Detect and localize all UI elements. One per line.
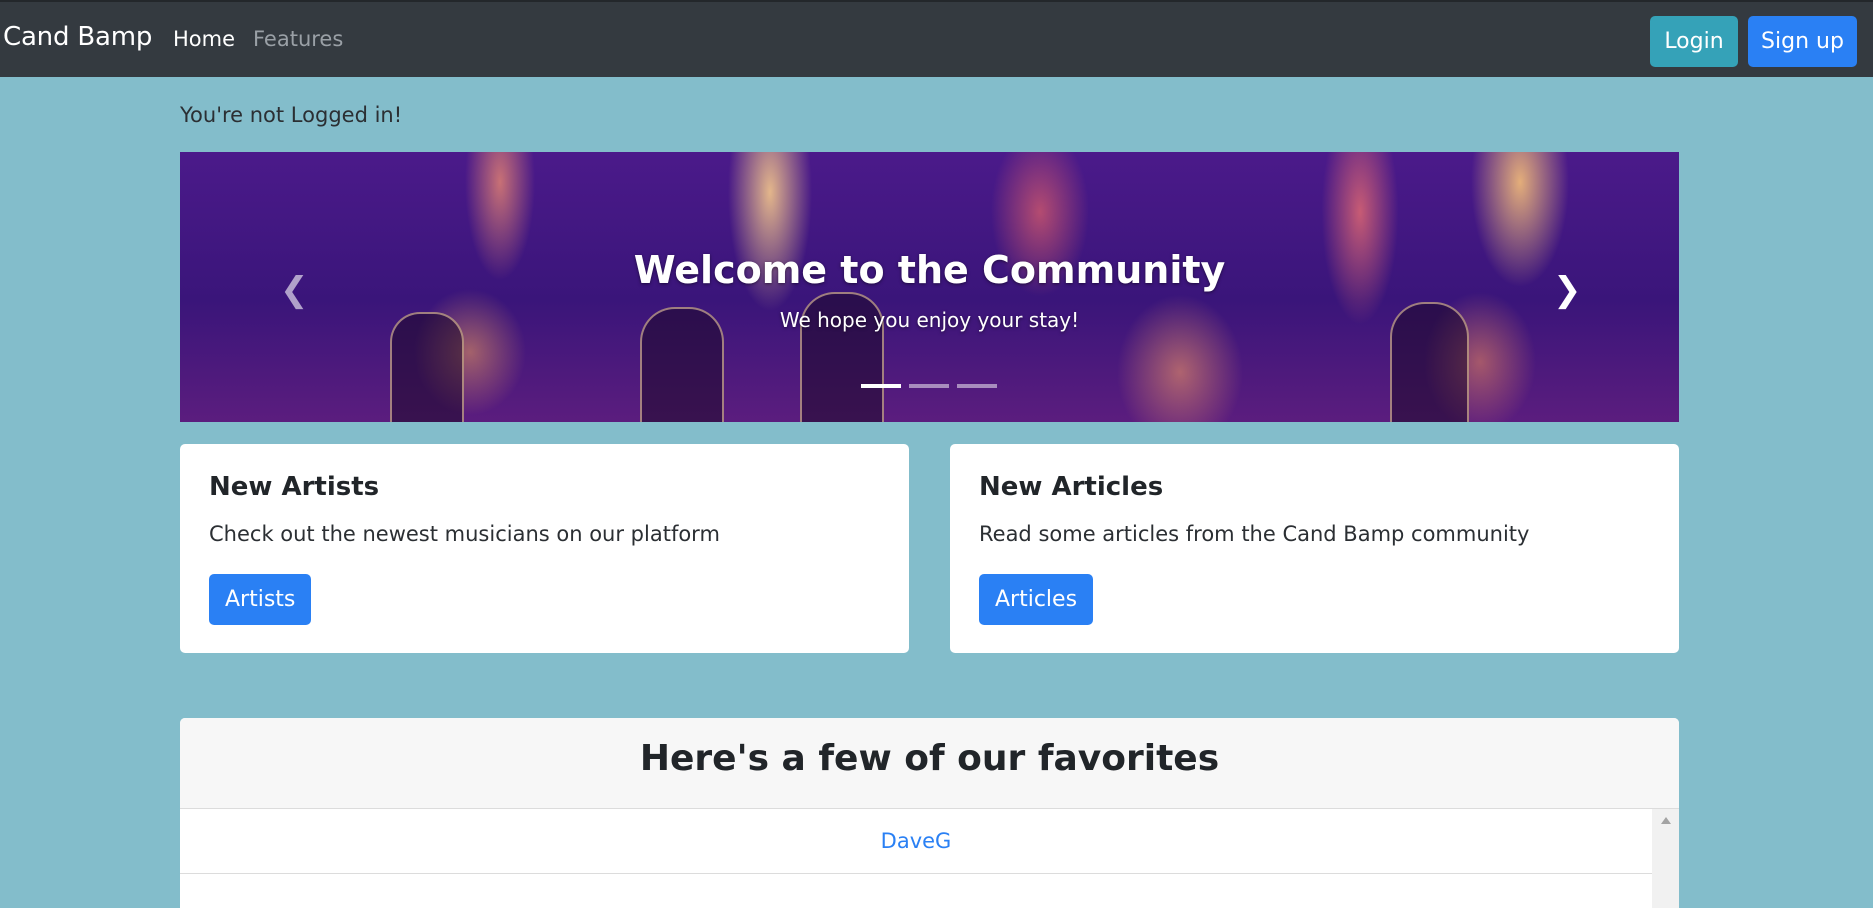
card-title: New Articles (979, 472, 1164, 502)
hero-carousel: Welcome to the Community We hope you enj… (180, 152, 1679, 422)
nav-features-link[interactable]: Features (253, 27, 343, 51)
new-artists-card: New Artists Check out the newest musicia… (180, 444, 909, 653)
carousel-indicator-2[interactable] (909, 384, 949, 388)
artists-button[interactable]: Artists (209, 574, 312, 625)
signup-button[interactable]: Sign up (1748, 16, 1857, 67)
card-text: Check out the newest musicians on our pl… (209, 522, 720, 546)
card-text: Read some articles from the Cand Bamp co… (979, 522, 1530, 546)
chevron-right-icon[interactable]: ❯ (1553, 270, 1582, 310)
nav-home-link[interactable]: Home (173, 27, 235, 51)
new-articles-card: New Articles Read some articles from the… (950, 444, 1679, 653)
favorites-header: Here's a few of our favorites (180, 718, 1679, 809)
card-title: New Artists (209, 472, 380, 502)
top-navbar: Cand Bamp Home Features Login Sign up (0, 0, 1873, 77)
chevron-left-icon[interactable]: ❮ (280, 270, 309, 310)
carousel-title: Welcome to the Community (633, 248, 1226, 292)
carousel-indicator-3[interactable] (957, 384, 997, 388)
favorites-panel: Here's a few of our favorites DaveG (180, 718, 1679, 908)
articles-button[interactable]: Articles (979, 574, 1094, 625)
favorite-item-link[interactable]: DaveG (180, 809, 1652, 874)
carousel-indicator-1[interactable] (861, 384, 901, 388)
login-status-text: You're not Logged in! (180, 103, 403, 127)
favorites-title: Here's a few of our favorites (639, 738, 1220, 779)
login-button[interactable]: Login (1650, 16, 1738, 67)
carousel-subtitle: We hope you enjoy your stay! (779, 308, 1080, 332)
brand-logo[interactable]: Cand Bamp (3, 22, 152, 52)
scroll-up-arrow-icon[interactable] (1661, 817, 1671, 824)
